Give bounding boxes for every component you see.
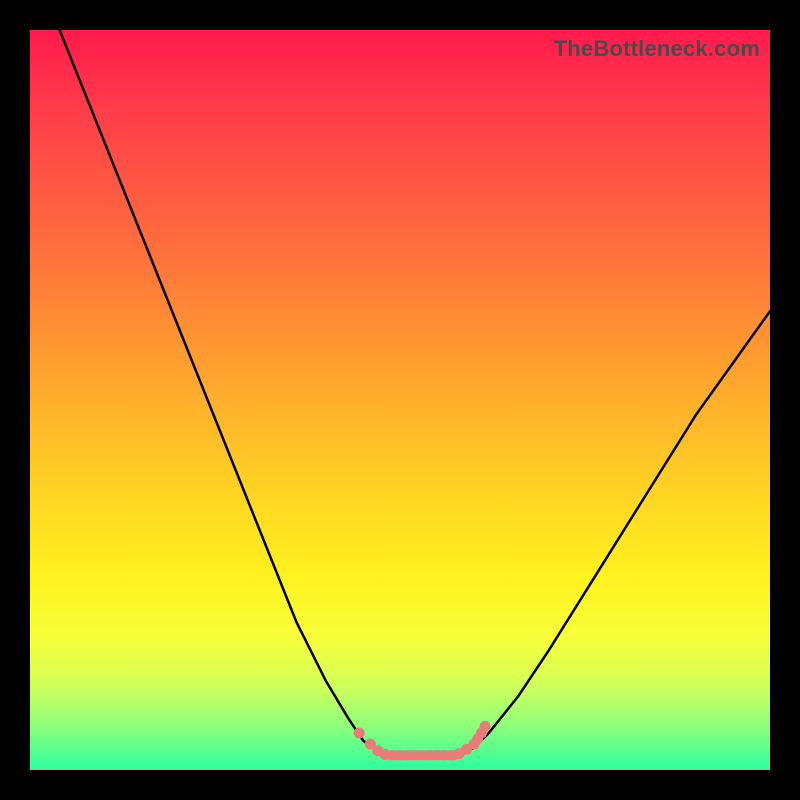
right-curve: [459, 311, 770, 755]
data-marker: [480, 721, 491, 732]
left-curve: [60, 30, 386, 755]
chart-svg: [30, 30, 770, 770]
marker-group: [354, 721, 491, 760]
chart-frame: TheBottleneck.com: [0, 0, 800, 800]
plot-area: TheBottleneck.com: [30, 30, 770, 770]
data-marker: [354, 728, 365, 739]
